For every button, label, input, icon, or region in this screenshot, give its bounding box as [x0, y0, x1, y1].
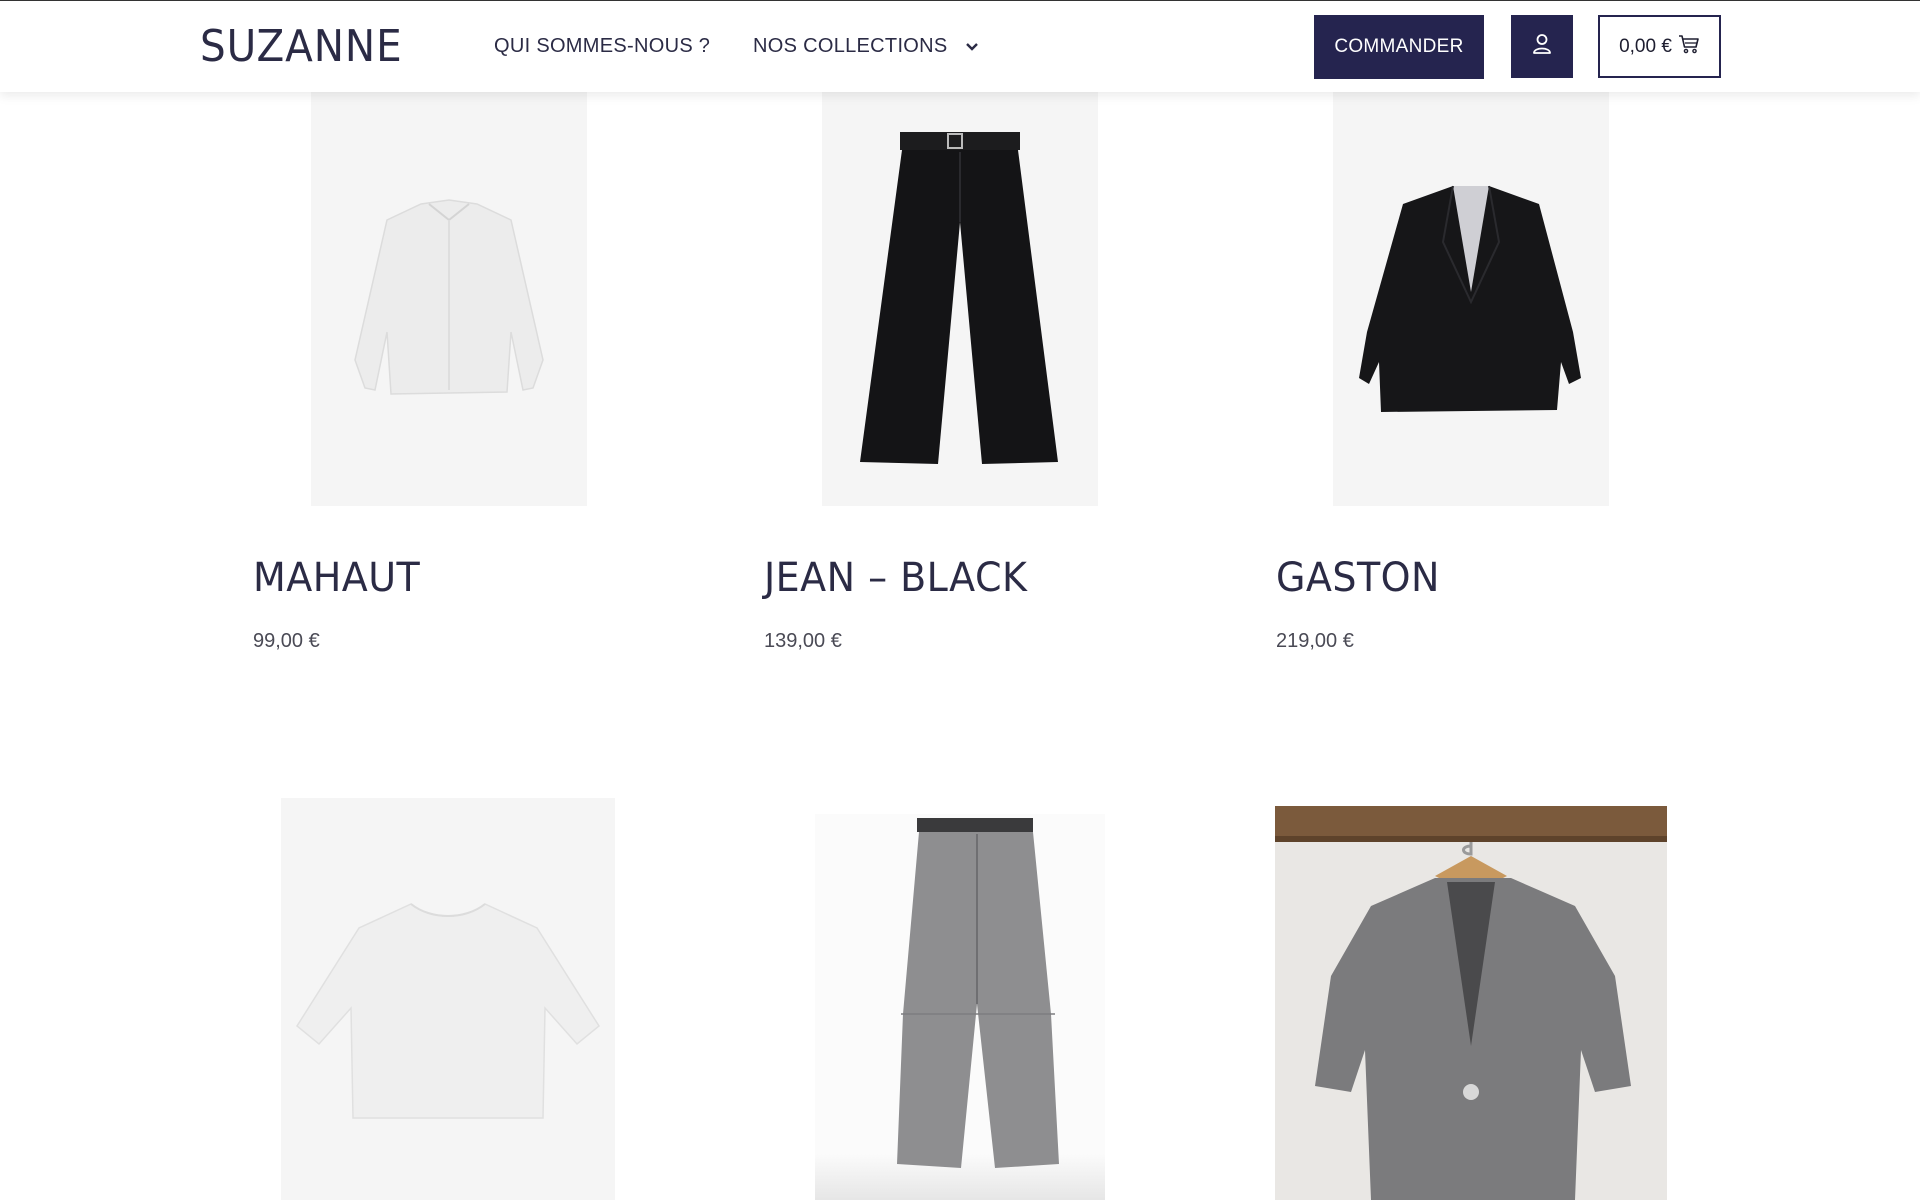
cart-button[interactable]: 0,00 €: [1598, 15, 1721, 78]
product-price-mahaut: 99,00 €: [253, 630, 320, 652]
product-image-grey-trousers[interactable]: [815, 814, 1105, 1200]
nav-link-about[interactable]: QUI SOMMES-NOUS ?: [494, 35, 710, 58]
cart-icon: [1678, 34, 1700, 60]
product-image-white-top[interactable]: [281, 798, 615, 1200]
product-title-gaston[interactable]: GASTON: [1276, 555, 1440, 601]
product-image-jean-black[interactable]: [822, 92, 1098, 506]
site-logo[interactable]: SUZANNE: [200, 21, 403, 72]
order-button[interactable]: COMMANDER: [1314, 15, 1484, 79]
nav-link-collections[interactable]: NOS COLLECTIONS: [753, 35, 979, 58]
user-icon: [1532, 33, 1552, 60]
product-title-jean-black[interactable]: JEAN – BLACK: [764, 555, 1027, 601]
cart-total: 0,00 €: [1619, 35, 1672, 57]
account-button[interactable]: [1511, 15, 1573, 78]
nav-collections-label: NOS COLLECTIONS: [753, 35, 948, 57]
product-title-mahaut[interactable]: MAHAUT: [253, 555, 420, 601]
product-price-gaston: 219,00 €: [1276, 630, 1354, 652]
chevron-down-icon: [965, 35, 979, 58]
product-image-mahaut[interactable]: [311, 92, 587, 506]
product-image-grey-jacket[interactable]: [1275, 806, 1667, 1200]
site-header: SUZANNE QUI SOMMES-NOUS ? NOS COLLECTION…: [0, 0, 1920, 92]
product-price-jean-black: 139,00 €: [764, 630, 842, 652]
product-image-gaston[interactable]: [1333, 92, 1609, 506]
